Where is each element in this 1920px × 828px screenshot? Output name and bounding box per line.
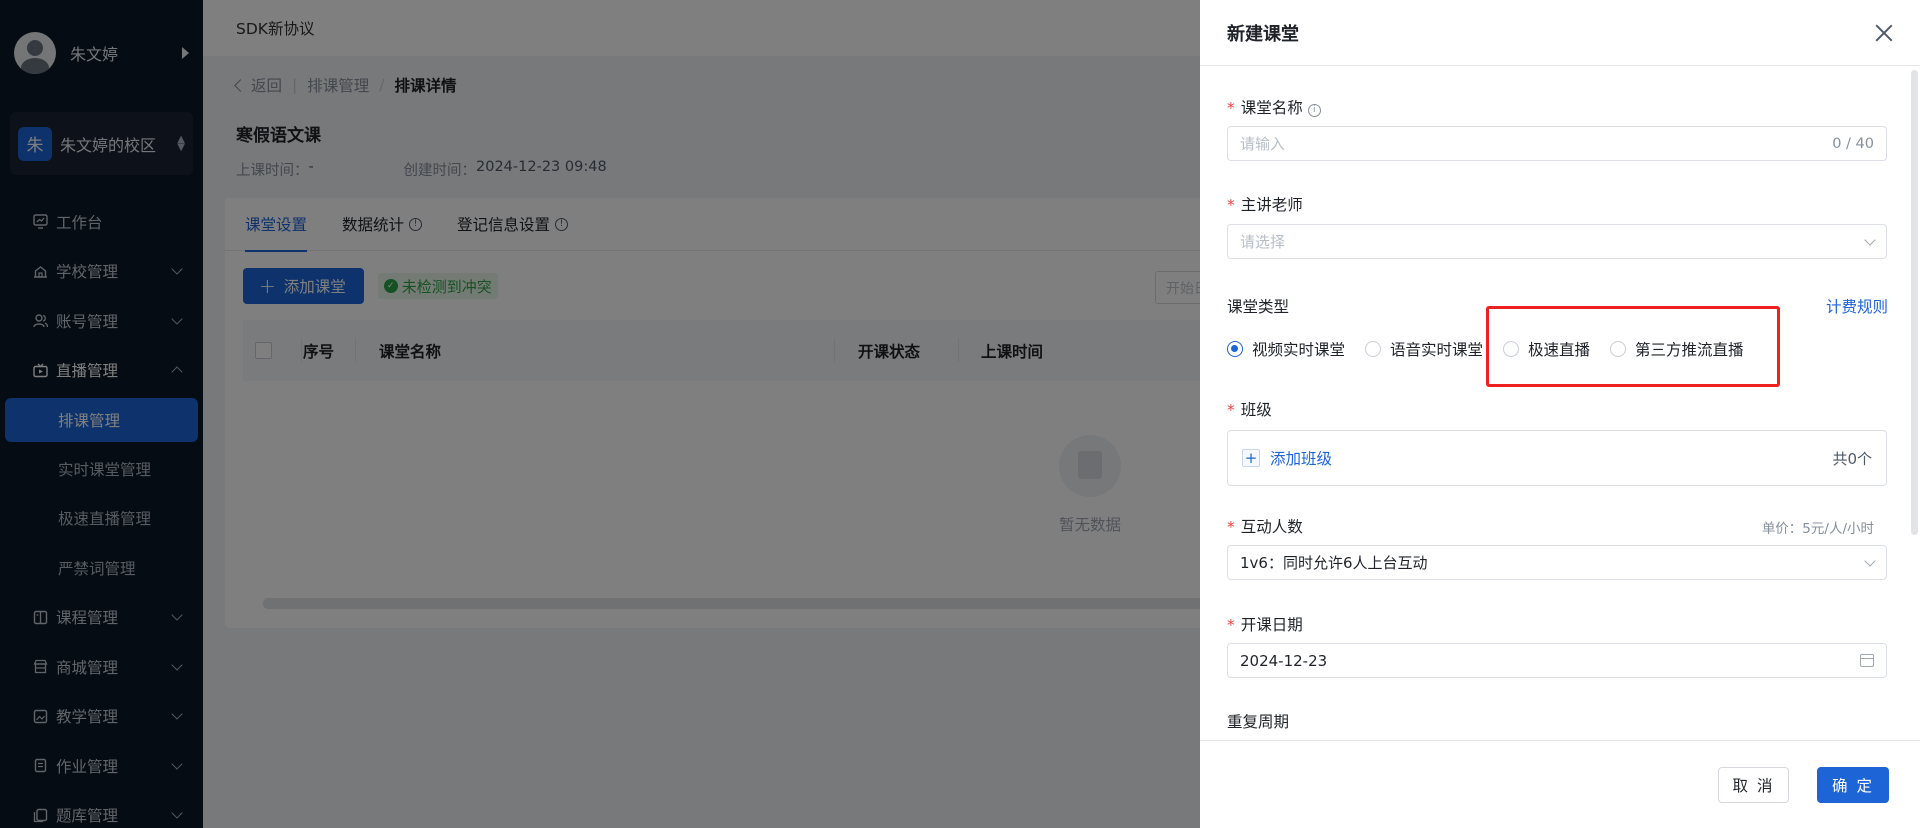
- chevron-down-icon: [1864, 233, 1876, 246]
- label-text: 课堂名称: [1240, 99, 1303, 117]
- required-mark: *: [1227, 401, 1235, 419]
- new-class-drawer: 新建课堂 * 课堂名称 i 请输入 0 / 40 * 主讲老师 请选择 课堂类型 计费…: [1200, 0, 1920, 828]
- add-class-label: 添加班级: [1270, 450, 1333, 468]
- highlight-box: [1486, 306, 1780, 387]
- radio-video[interactable]: 视频实时课堂: [1227, 338, 1345, 360]
- class-name-input[interactable]: 请输入 0 / 40: [1227, 126, 1887, 161]
- unit-price: 单价：5元/人/小时: [1761, 521, 1874, 537]
- field-label-date: * 开课日期: [1227, 613, 1303, 635]
- char-counter: 0 / 40: [1832, 135, 1874, 152]
- field-label-type: 课堂类型: [1227, 298, 1290, 316]
- date-value: 2024-12-23: [1240, 651, 1328, 670]
- required-mark: *: [1227, 616, 1235, 634]
- class-total: 共0个: [1832, 449, 1872, 468]
- drawer-title: 新建课堂: [1227, 23, 1299, 45]
- close-icon[interactable]: [1875, 24, 1893, 42]
- drawer-footer: 取 消 确 定: [1200, 740, 1920, 828]
- radio-label: 语音实时课堂: [1390, 341, 1484, 359]
- field-label-repeat: 重复周期: [1227, 713, 1290, 731]
- required-mark: *: [1227, 99, 1235, 117]
- confirm-button[interactable]: 确 定: [1817, 767, 1889, 803]
- class-picker: + 添加班级 共0个: [1227, 430, 1887, 486]
- billing-rules-link[interactable]: 计费规则: [1826, 295, 1888, 317]
- chevron-down-icon: [1864, 554, 1876, 567]
- teacher-select[interactable]: 请选择: [1227, 224, 1887, 259]
- radio-circle: [1227, 341, 1243, 357]
- label-text: 互动人数: [1240, 518, 1303, 536]
- field-label-teacher: * 主讲老师: [1227, 193, 1303, 215]
- add-class-link[interactable]: + 添加班级: [1242, 447, 1832, 469]
- field-label-class: * 班级: [1227, 398, 1272, 420]
- radio-circle: [1365, 341, 1382, 357]
- drawer-body: * 课堂名称 i 请输入 0 / 40 * 主讲老师 请选择 课堂类型 计费规则 视频…: [1200, 66, 1920, 740]
- label-text: 开课日期: [1240, 616, 1303, 634]
- cancel-button[interactable]: 取 消: [1718, 767, 1789, 803]
- plus-icon: +: [1242, 449, 1260, 467]
- interact-value: 1v6：同时允许6人上台互动: [1240, 554, 1428, 572]
- field-label-interact: * 互动人数: [1227, 515, 1303, 537]
- info-icon: i: [1307, 103, 1321, 117]
- required-mark: *: [1227, 518, 1235, 536]
- label-text: 主讲老师: [1240, 196, 1303, 214]
- start-date-picker[interactable]: 2024-12-23: [1227, 643, 1887, 678]
- teacher-placeholder: 请选择: [1240, 233, 1286, 251]
- radio-voice[interactable]: 语音实时课堂: [1365, 338, 1483, 360]
- label-text: 班级: [1240, 401, 1272, 419]
- required-mark: *: [1227, 196, 1235, 214]
- radio-label: 视频实时课堂: [1252, 341, 1346, 359]
- calendar-icon: [1860, 654, 1874, 667]
- interact-count-select[interactable]: 1v6：同时允许6人上台互动: [1227, 545, 1887, 580]
- class-name-placeholder: 请输入: [1240, 135, 1286, 153]
- drawer-scrollbar[interactable]: [1911, 70, 1918, 535]
- field-label-name: * 课堂名称 i: [1227, 96, 1321, 118]
- drawer-header: 新建课堂: [1200, 0, 1920, 66]
